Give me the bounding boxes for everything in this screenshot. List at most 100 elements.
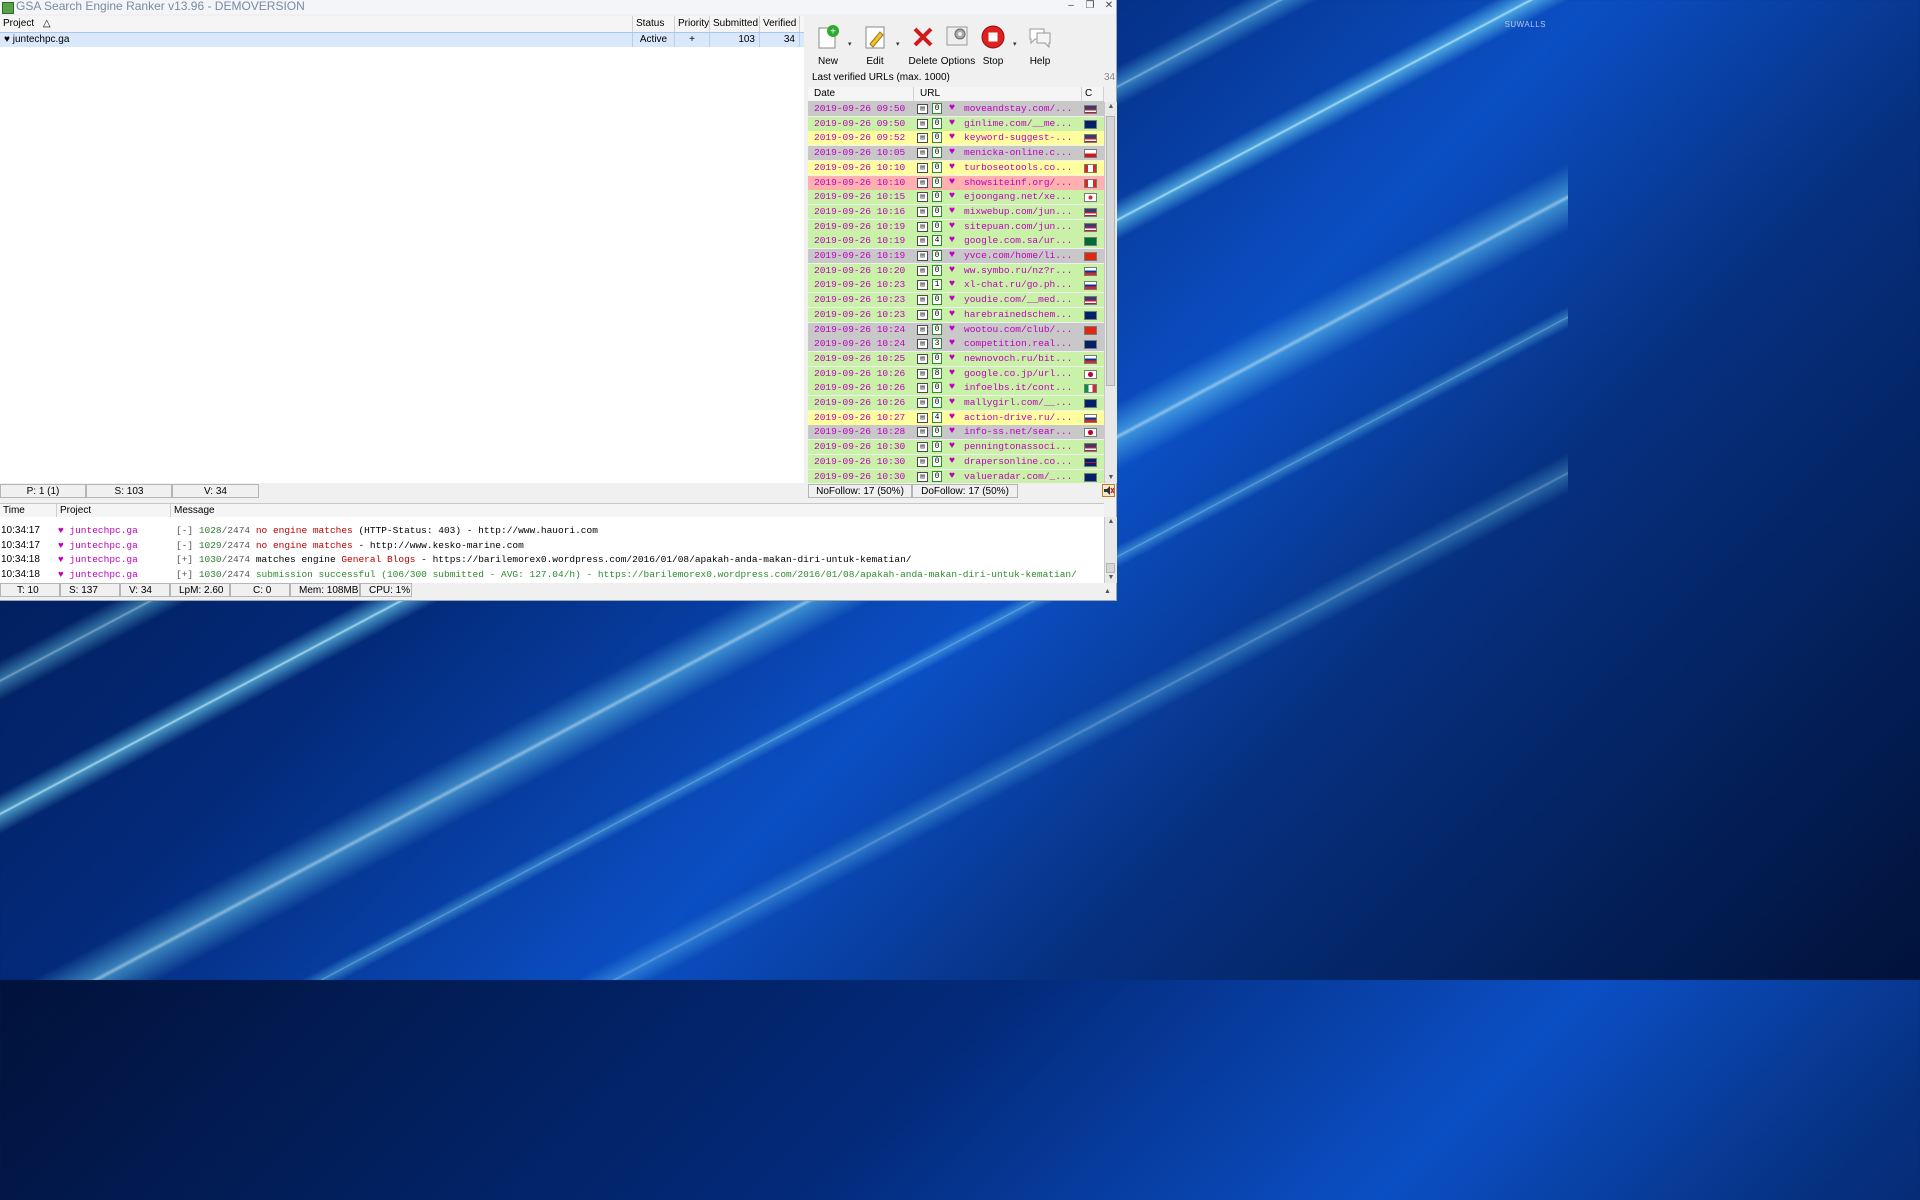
verified-url[interactable]: menicka-online.c... (964, 146, 1082, 160)
col-time[interactable]: Time (0, 504, 57, 518)
options-button[interactable]: Options (938, 24, 978, 67)
col-status[interactable]: Status (633, 16, 675, 32)
verified-url[interactable]: valueradar.com/_... (964, 470, 1082, 484)
verified-url[interactable]: ww.symbo.ru/nz?r... (964, 264, 1082, 278)
col-project[interactable]: Project △ (0, 16, 633, 32)
col-message[interactable]: Message (171, 504, 1104, 518)
verified-url-row[interactable]: 2019-09-26 10:19 ▤ 0 ♥ yvce.com/home/li... (808, 249, 1104, 263)
country-flag-icon (1084, 472, 1097, 482)
verified-url[interactable]: youdie.com/__med... (964, 293, 1082, 307)
verified-url[interactable]: keyword-suggest-... (964, 131, 1082, 145)
verified-url-row[interactable]: 2019-09-26 10:10 ▤ 0 ♥ showsiteinf.org/... (808, 175, 1104, 190)
verified-url[interactable]: google.co.jp/url... (964, 367, 1082, 381)
scroll-thumb[interactable] (1106, 116, 1115, 386)
verified-url-row[interactable]: 2019-09-26 10:30 ▤ 0 ♥ valueradar.com/_... (808, 469, 1104, 484)
log-row[interactable]: 10:34:17 ♥ juntechpc.ga [-] 1028/2474 no e… (0, 524, 1104, 539)
status-captcha: C: 0 (230, 583, 290, 597)
project-list-empty-area[interactable] (0, 47, 804, 483)
col-date[interactable]: Date (808, 87, 914, 101)
log-scroll-down-icon[interactable]: ▼ (1105, 573, 1117, 583)
log-row[interactable]: 10:34:18 ♥ juntechpc.ga [+] 1030/2474 subm… (0, 568, 1104, 583)
delete-button[interactable]: Delete (903, 24, 943, 67)
stop-dropdown-icon[interactable]: ▾ (1013, 40, 1017, 48)
verified-url-row[interactable]: 2019-09-26 10:30 ▤ 0 ♥ drapersonline.co... (808, 454, 1104, 469)
log-scroll-up-icon[interactable]: ▲ (1105, 517, 1117, 527)
verified-url[interactable]: mixwebup.com/jun... (964, 205, 1082, 219)
verified-urls-scrollbar[interactable]: ▲ ▼ (1104, 102, 1117, 483)
verified-url-row[interactable]: 2019-09-26 10:16 ▤ 0 ♥ mixwebup.com/jun... (808, 204, 1104, 219)
heart-icon: ♥ (949, 132, 956, 144)
verified-url[interactable]: sitepuan.com/jun... (964, 220, 1082, 234)
verified-url[interactable]: xl-chat.ru/go.ph... (964, 278, 1082, 292)
col-country[interactable]: C (1082, 87, 1104, 101)
verified-url-row[interactable]: 2019-09-26 10:19 ▤ 4 ♥ google.com.sa/ur... (808, 234, 1104, 249)
maximize-button[interactable]: ❐ (1081, 0, 1099, 12)
verified-url[interactable]: competition.real... (964, 337, 1082, 351)
scroll-down-icon[interactable]: ▼ (1105, 473, 1117, 483)
project-row[interactable]: ♥ juntechpc.ga Active + 103 34 (0, 32, 804, 48)
verified-url-row[interactable]: 2019-09-26 10:24 ▤ 3 ♥ competition.real... (808, 337, 1104, 352)
verified-url-row[interactable]: 2019-09-26 10:28 ▤ 0 ♥ info-ss.net/sear... (808, 425, 1104, 440)
log-scrollbar[interactable]: ▲ ▼ (1104, 517, 1117, 583)
url-count: 0 (932, 470, 942, 482)
sound-off-icon[interactable] (1102, 484, 1115, 497)
verified-url-row[interactable]: 2019-09-26 10:25 ▤ 0 ♥ newnovoch.ru/bit... (808, 351, 1104, 366)
verified-url[interactable]: wootou.com/club/... (964, 323, 1082, 337)
verified-url[interactable]: ginlime.com/__me... (964, 117, 1082, 131)
engine-icon: ▤ (917, 442, 928, 453)
scroll-up-icon[interactable]: ▲ (1105, 102, 1117, 112)
country-flag-icon (1084, 178, 1097, 188)
verified-url[interactable]: yvce.com/home/li... (964, 249, 1082, 263)
close-button[interactable]: ✕ (1100, 0, 1118, 12)
log-row[interactable]: 10:34:17 ♥ juntechpc.ga [-] 1029/2474 no e… (0, 539, 1104, 554)
col-url[interactable]: URL (914, 87, 1082, 101)
verified-url-row[interactable]: 2019-09-26 10:27 ▤ 4 ♥ action-drive.ru/... (808, 410, 1104, 425)
verified-url[interactable]: harebrainedschem... (964, 308, 1082, 322)
verified-url[interactable]: action-drive.ru/... (964, 411, 1082, 425)
engine-icon: ▤ (917, 236, 928, 247)
verified-url[interactable]: turboseotools.co... (964, 161, 1082, 175)
verified-url-row[interactable]: 2019-09-26 10:26 ▤ 0 ♥ mallygirl.com/__... (808, 396, 1104, 410)
verified-url-row[interactable]: 2019-09-26 09:50 ▤ 0 ♥ moveandstay.com/... (808, 102, 1104, 116)
verified-url-row[interactable]: 2019-09-26 10:24 ▤ 0 ♥ wootou.com/club/... (808, 322, 1104, 337)
verified-url-row[interactable]: 2019-09-26 10:23 ▤ 0 ♥ youdie.com/__med... (808, 293, 1104, 308)
verified-url-row[interactable]: 2019-09-26 10:30 ▤ 0 ♥ penningtonassoci... (808, 440, 1104, 455)
help-button[interactable]: Help (1020, 24, 1060, 67)
verified-url-row[interactable]: 2019-09-26 10:26 ▤ 8 ♥ google.co.jp/url... (808, 366, 1104, 381)
stop-button[interactable]: Stop (973, 24, 1013, 67)
col-submitted[interactable]: Submitted (710, 16, 760, 32)
resize-up-icon[interactable]: ▲ (1104, 585, 1111, 599)
verified-url[interactable]: info-ss.net/sear... (964, 425, 1082, 439)
verified-url-row[interactable]: 2019-09-26 09:52 ▤ 0 ♥ keyword-suggest-... (808, 131, 1104, 146)
verified-url-row[interactable]: 2019-09-26 10:10 ▤ 0 ♥ turboseotools.co... (808, 160, 1104, 175)
help-icon (1027, 24, 1053, 50)
new-button[interactable]: + New (808, 24, 848, 67)
verified-url[interactable]: mallygirl.com/__... (964, 396, 1082, 410)
log-row[interactable]: 10:34:18 ♥ juntechpc.ga [+] 1030/2474 matc… (0, 553, 1104, 568)
verified-url[interactable]: showsiteinf.org/... (964, 176, 1082, 190)
log-scroll-thumb[interactable] (1106, 563, 1115, 573)
verified-url-row[interactable]: 2019-09-26 10:20 ▤ 0 ♥ ww.symbo.ru/nz?r... (808, 263, 1104, 278)
verified-url[interactable]: google.com.sa/ur... (964, 234, 1082, 248)
col-verified[interactable]: Verified (760, 16, 800, 32)
verified-url[interactable]: penningtonassoci... (964, 440, 1082, 454)
edit-button[interactable]: Edit (855, 24, 895, 67)
verified-url-row[interactable]: 2019-09-26 10:26 ▤ 0 ♥ infoelbs.it/cont... (808, 381, 1104, 396)
verified-url[interactable]: drapersonline.co... (964, 455, 1082, 469)
verified-url[interactable]: newnovoch.ru/bit... (964, 352, 1082, 366)
verified-url[interactable]: infoelbs.it/cont... (964, 381, 1082, 395)
verified-url-row[interactable]: 2019-09-26 09:50 ▤ 0 ♥ ginlime.com/__me... (808, 116, 1104, 131)
new-dropdown-icon[interactable]: ▾ (848, 40, 852, 48)
col-log-project[interactable]: Project (57, 504, 171, 518)
verified-url-row[interactable]: 2019-09-26 10:05 ▤ 0 ♥ menicka-online.c... (808, 146, 1104, 161)
edit-dropdown-icon[interactable]: ▾ (896, 40, 900, 48)
verified-url-row[interactable]: 2019-09-26 10:19 ▤ 0 ♥ sitepuan.com/jun... (808, 219, 1104, 234)
verified-url-row[interactable]: 2019-09-26 10:15 ▤ 0 ♥ ejoongang.net/xe... (808, 190, 1104, 205)
col-priority[interactable]: Priority (675, 16, 710, 32)
verified-url-row[interactable]: 2019-09-26 10:23 ▤ 1 ♥ xl-chat.ru/go.ph... (808, 278, 1104, 293)
heart-icon: ♥ (58, 525, 70, 536)
minimize-button[interactable]: – (1062, 0, 1080, 12)
verified-url[interactable]: ejoongang.net/xe... (964, 190, 1082, 204)
verified-url-row[interactable]: 2019-09-26 10:23 ▤ 0 ♥ harebrainedschem... (808, 307, 1104, 322)
verified-url[interactable]: moveandstay.com/... (964, 102, 1082, 116)
